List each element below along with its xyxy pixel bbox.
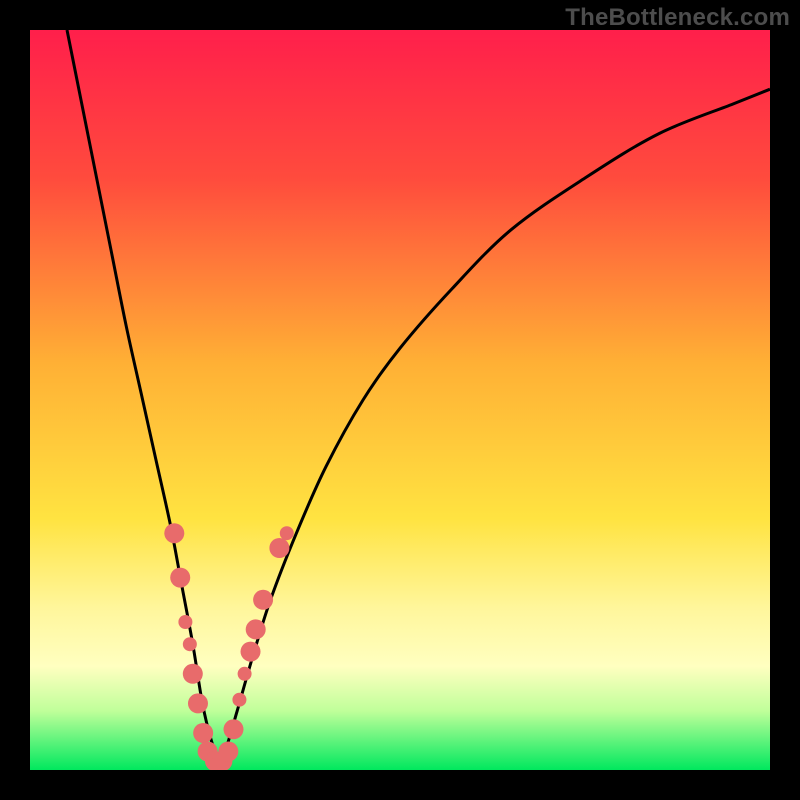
data-point-marker xyxy=(232,693,246,707)
data-point-marker xyxy=(246,619,266,639)
data-point-marker xyxy=(218,742,238,762)
data-point-marker xyxy=(170,568,190,588)
chart-container: TheBottleneck.com xyxy=(0,0,800,800)
curve-layer xyxy=(30,30,770,770)
bottleneck-curve xyxy=(67,30,770,759)
data-point-marker xyxy=(164,523,184,543)
data-point-marker xyxy=(193,723,213,743)
data-point-marker xyxy=(224,719,244,739)
data-point-marker xyxy=(188,693,208,713)
data-point-marker xyxy=(241,642,261,662)
data-point-markers xyxy=(164,523,293,770)
plot-area xyxy=(30,30,770,770)
data-point-marker xyxy=(253,590,273,610)
data-point-marker xyxy=(183,664,203,684)
data-point-marker xyxy=(238,667,252,681)
data-point-marker xyxy=(280,526,294,540)
data-point-marker xyxy=(183,637,197,651)
data-point-marker xyxy=(178,615,192,629)
data-point-marker xyxy=(269,538,289,558)
watermark-text: TheBottleneck.com xyxy=(565,4,790,32)
